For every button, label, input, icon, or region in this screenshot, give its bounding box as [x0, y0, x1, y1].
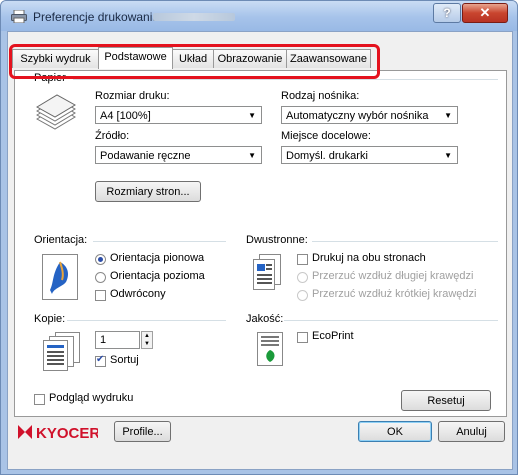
tab-layout[interactable]: Układ — [172, 49, 214, 68]
copies-divider — [67, 320, 226, 321]
portrait-orientation-icon — [42, 254, 78, 300]
paper-stack-icon — [36, 94, 76, 130]
destination-select[interactable]: Domyśl. drukarki ▼ — [281, 146, 458, 164]
short-edge-label: Przerzuć wzdłuż krótkiej krawędzi — [312, 288, 477, 300]
chevron-down-icon: ▼ — [248, 111, 256, 120]
paper-group-label: Papier — [34, 72, 66, 84]
media-type-label: Rodzaj nośnika: — [281, 90, 360, 102]
destination-label: Miejsce docelowe: — [281, 130, 371, 142]
chevron-down-icon: ▼ — [444, 151, 452, 160]
rotated-checkbox[interactable] — [95, 290, 106, 301]
collate-label: Sortuj — [110, 354, 139, 366]
profile-button[interactable]: Profile... — [114, 421, 171, 442]
window-title: Preferencje drukowania: — [33, 10, 163, 24]
orientation-divider — [93, 241, 226, 242]
long-edge-radio[interactable] — [297, 272, 308, 283]
copies-label: Kopie: — [34, 313, 66, 325]
paper-group-divider — [73, 79, 498, 80]
destination-value: Domyśl. drukarki — [286, 150, 368, 162]
chevron-down-icon: ▼ — [444, 111, 452, 120]
portrait-radio[interactable] — [95, 254, 106, 265]
printer-icon — [11, 10, 27, 23]
print-size-label: Rozmiar druku: — [95, 90, 170, 102]
help-button[interactable]: ? — [433, 3, 461, 23]
orientation-label: Orientacja: — [34, 234, 88, 246]
print-size-value: A4 [100%] — [100, 110, 151, 122]
basic-tab-panel: Papier Rozmiar druku: A4 [100%] ▼ Źródło:… — [14, 70, 507, 417]
media-type-select[interactable]: Automatyczny wybór nośnika ▼ — [281, 106, 458, 124]
duplex-document-icon — [253, 254, 281, 290]
landscape-radio[interactable] — [95, 272, 106, 283]
print-preferences-window: Preferencje drukowania: ? ✕ Szybki wydru… — [0, 0, 518, 475]
ok-button[interactable]: OK — [358, 421, 432, 442]
cancel-button[interactable]: Anuluj — [438, 421, 505, 442]
kyocera-logo: KYOCERA — [18, 425, 98, 441]
page-sizes-button[interactable]: Rozmiary stron... — [95, 181, 201, 202]
print-size-select[interactable]: A4 [100%] ▼ — [95, 106, 262, 124]
print-preview-label: Podgląd wydruku — [49, 392, 134, 404]
landscape-label: Orientacja pozioma — [110, 270, 205, 282]
ecoprint-label: EcoPrint — [312, 330, 354, 342]
short-edge-radio[interactable] — [297, 290, 308, 301]
ecoprint-checkbox[interactable] — [297, 332, 308, 343]
copies-stack-icon — [43, 332, 80, 371]
copies-stepper[interactable]: ▲ ▼ — [141, 331, 153, 349]
reset-button[interactable]: Resetuj — [401, 390, 491, 411]
quality-divider — [284, 320, 498, 321]
print-preview-checkbox[interactable] — [34, 394, 45, 405]
source-value: Podawanie ręczne — [100, 150, 191, 162]
title-bar[interactable]: Preferencje drukowania: ? ✕ — [1, 1, 517, 31]
tab-basic[interactable]: Podstawowe — [98, 47, 173, 69]
tab-quick-print[interactable]: Szybki wydruk — [12, 49, 99, 68]
duplex-divider — [312, 241, 498, 242]
media-type-value: Automatyczny wybór nośnika — [286, 110, 429, 122]
quality-label: Jakość: — [246, 313, 284, 325]
dialog-client-area: Szybki wydruk Podstawowe Układ Obrazowan… — [7, 31, 513, 470]
rotated-label: Odwrócony — [110, 288, 166, 300]
source-label: Źródło: — [95, 130, 130, 142]
copies-input[interactable]: 1 — [95, 331, 140, 349]
tab-advanced[interactable]: Zaawansowane — [286, 49, 371, 68]
printer-name-redacted — [153, 13, 235, 21]
portrait-label: Orientacja pionowa — [110, 252, 205, 264]
tab-imaging[interactable]: Obrazowanie — [213, 49, 287, 68]
brand-name: KYOCERA — [36, 425, 98, 441]
duplex-label: Dwustronne: — [246, 234, 308, 246]
long-edge-label: Przerzuć wzdłuż długiej krawędzi — [312, 270, 474, 282]
print-both-sides-checkbox[interactable] — [297, 254, 308, 265]
ecoprint-document-icon — [257, 332, 283, 366]
chevron-down-icon: ▼ — [248, 151, 256, 160]
close-button[interactable]: ✕ — [462, 3, 508, 23]
collate-checkbox[interactable] — [95, 354, 106, 367]
source-select[interactable]: Podawanie ręczne ▼ — [95, 146, 262, 164]
print-both-sides-label: Drukuj na obu stronach — [312, 252, 426, 264]
